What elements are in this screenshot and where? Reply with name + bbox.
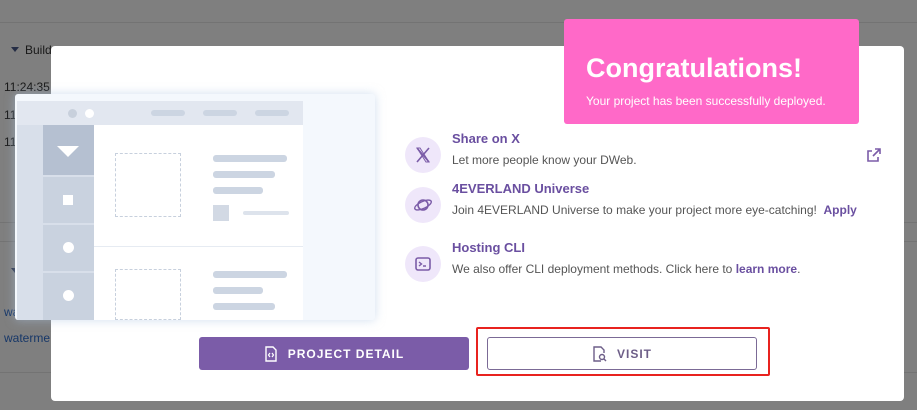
button-label: VISIT (616, 346, 652, 361)
illustration-divider (94, 246, 303, 247)
feature-title: 4EVERLAND Universe (452, 181, 590, 196)
terminal-icon (405, 246, 441, 282)
feature-title[interactable]: Share on X (452, 131, 520, 146)
feature-description: Join 4EVERLAND Universe to make your pro… (452, 203, 857, 217)
illustration-placeholder (115, 269, 181, 320)
illustration-pill (255, 110, 289, 116)
feature-title: Hosting CLI (452, 240, 525, 255)
x-logo-icon (405, 137, 441, 173)
banner-title: Congratulations! (586, 53, 802, 83)
square-icon (63, 195, 73, 205)
feature-description-suffix: . (797, 262, 801, 276)
illustration-pill (243, 211, 289, 215)
illustration-pill (213, 187, 263, 194)
triangle-icon (57, 146, 79, 157)
feature-description-text: We also offer CLI deployment methods. Cl… (452, 262, 733, 276)
visit-button[interactable]: VISIT (487, 337, 757, 370)
project-detail-button[interactable]: PROJECT DETAIL (199, 337, 469, 370)
feature-description: We also offer CLI deployment methods. Cl… (452, 262, 800, 276)
illustration-pill (213, 155, 287, 162)
illustration-window (17, 101, 303, 320)
external-link-icon[interactable] (864, 145, 884, 165)
learn-more-link[interactable]: learn more (736, 262, 797, 276)
deployment-illustration (15, 94, 375, 320)
banner-subtitle: Your project has been successfully deplo… (586, 94, 826, 108)
illustration-dot (68, 109, 77, 118)
code-file-icon (265, 345, 277, 362)
congratulations-banner: Congratulations! Your project has been s… (564, 19, 859, 124)
circle-icon (63, 290, 74, 301)
illustration-dot (85, 109, 94, 118)
button-label: PROJECT DETAIL (287, 346, 405, 361)
illustration-pill (203, 110, 237, 116)
illustration-pill (213, 171, 275, 178)
feature-description-text: Join 4EVERLAND Universe to make your pro… (452, 203, 817, 217)
feature-description: Let more people know your DWeb. (452, 153, 637, 167)
illustration-pill (213, 287, 263, 294)
illustration-pill (151, 110, 185, 116)
illustration-pill (213, 271, 287, 278)
illustration-placeholder (115, 153, 181, 217)
file-search-icon (593, 345, 607, 362)
apply-link[interactable]: Apply (824, 203, 857, 217)
illustration-pill (213, 303, 275, 310)
planet-icon (405, 187, 441, 223)
circle-icon (63, 242, 74, 253)
illustration-thumb (213, 205, 229, 221)
